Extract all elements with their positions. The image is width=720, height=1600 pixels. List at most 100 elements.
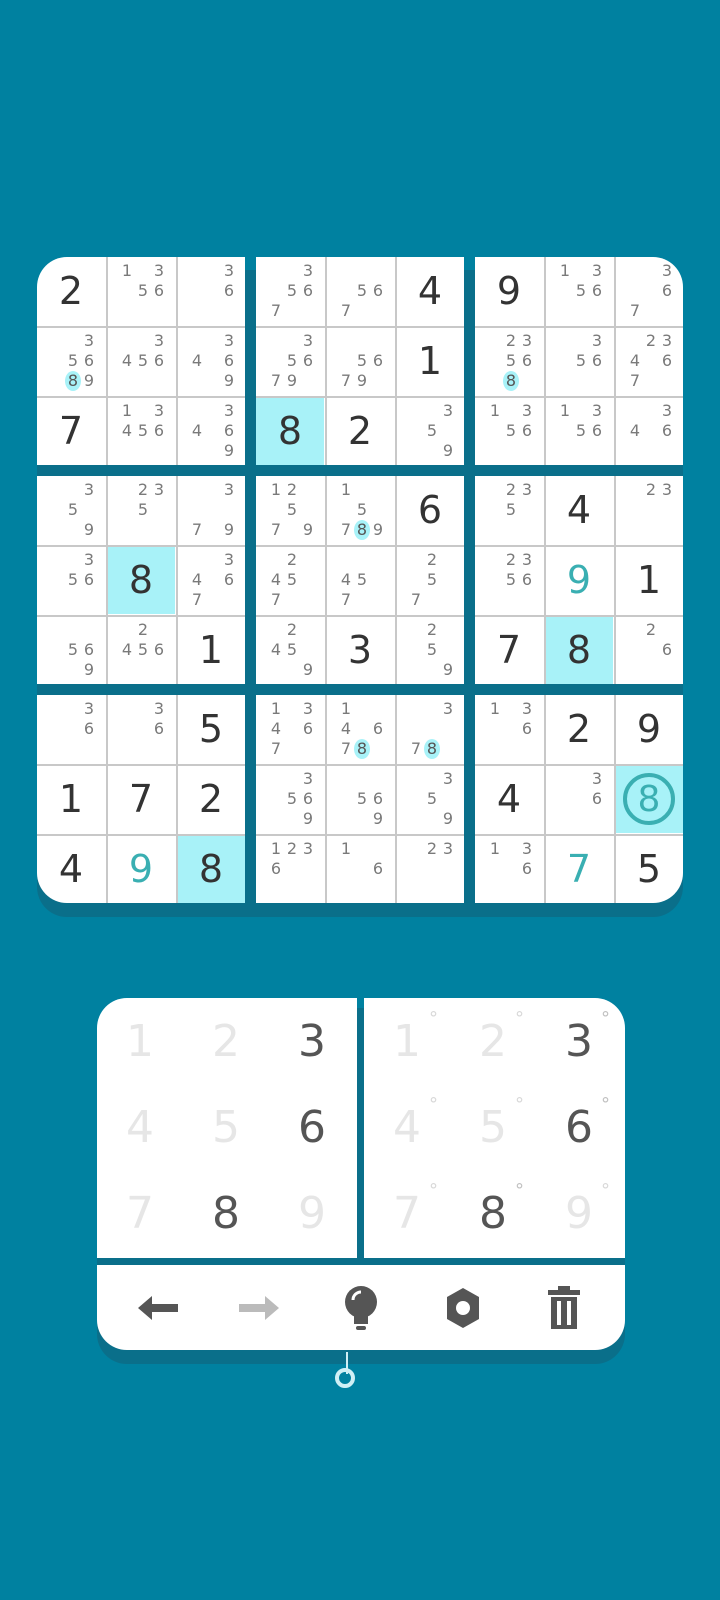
sudoku-cell[interactable]: 1257 9 (256, 476, 324, 544)
sudoku-cell[interactable]: 8 (545, 616, 613, 684)
sudoku-cell[interactable]: 23 4 6 7 (615, 327, 683, 395)
note-key-6[interactable]: 6 ° (536, 1084, 622, 1170)
pencil-mark (627, 620, 643, 640)
sudoku-cell[interactable]: 56 7 (326, 257, 394, 325)
sudoku-cell[interactable]: 2356 (475, 546, 543, 614)
sudoku-cell[interactable]: 359 (37, 476, 105, 544)
sudoku-cell[interactable]: 7 (107, 765, 175, 833)
sudoku-cell[interactable]: 3 4 6 7 (177, 546, 245, 614)
sudoku-cell[interactable]: 9 (615, 695, 683, 763)
sudoku-cell[interactable]: 3 456 (107, 327, 175, 395)
sudoku-cell[interactable]: 36 (545, 765, 613, 833)
undo-icon[interactable] (128, 1278, 188, 1338)
sudoku-cell[interactable]: 1 356 (475, 397, 543, 465)
sudoku-cell[interactable]: 1 (177, 616, 245, 684)
sudoku-cell[interactable]: 1 (396, 327, 464, 395)
sudoku-cell[interactable]: 5 (615, 835, 683, 903)
note-key-3[interactable]: 3 ° (536, 998, 622, 1084)
trash-icon[interactable] (534, 1278, 594, 1338)
sudoku-cell[interactable]: 4 (545, 476, 613, 544)
sudoku-cell[interactable]: 8 (256, 397, 324, 465)
sudoku-cell[interactable]: 36 (177, 257, 245, 325)
sudoku-cell[interactable]: 257 (396, 546, 464, 614)
settings-gear-icon[interactable] (433, 1278, 493, 1338)
sudoku-cell[interactable]: 3 (326, 616, 394, 684)
pencil-mark: 3 (302, 261, 314, 280)
sudoku-cell[interactable]: 9 (545, 546, 613, 614)
sudoku-cell[interactable]: 356 (545, 327, 613, 395)
sudoku-cell[interactable]: 5 (177, 695, 245, 763)
sudoku-cell[interactable]: 359 (396, 765, 464, 833)
sudoku-cell[interactable]: 7 (37, 397, 105, 465)
sudoku-cell[interactable]: 6 (396, 476, 464, 544)
sudoku-cell[interactable]: 356 7 (256, 257, 324, 325)
number-digit: 3 (298, 1015, 326, 1067)
sudoku-cell[interactable]: 569 (326, 765, 394, 833)
pencil-mark (284, 699, 300, 719)
sudoku-cell[interactable]: 3 4 69 (177, 397, 245, 465)
hint-bulb-icon[interactable] (331, 1278, 391, 1338)
sudoku-cell[interactable]: 1 3 456 (107, 397, 175, 465)
sudoku-cell[interactable]: 356 (37, 546, 105, 614)
sudoku-cell[interactable]: 36 7 (615, 257, 683, 325)
sudoku-cell[interactable]: 3 7 9 (177, 476, 245, 544)
pencil-mark (189, 261, 205, 281)
sudoku-cell[interactable]: 9 (107, 835, 175, 903)
sudoku-cell[interactable]: 2 (177, 765, 245, 833)
number-key-3[interactable]: 3 (269, 998, 355, 1084)
sudoku-cell[interactable]: 35689 (37, 327, 105, 395)
sudoku-cell[interactable]: 235 (107, 476, 175, 544)
sudoku-cell[interactable]: 7 (545, 835, 613, 903)
sudoku-cell[interactable]: 457 (326, 546, 394, 614)
sudoku-cell[interactable]: 3569 (256, 765, 324, 833)
sudoku-cell[interactable]: 36 (37, 695, 105, 763)
sudoku-cell[interactable]: 356 79 (256, 327, 324, 395)
sudoku-cell[interactable]: 1 356 (545, 397, 613, 465)
sudoku-cell[interactable]: 1 3 4 6 7 (256, 695, 324, 763)
sudoku-cell[interactable]: 26 (615, 616, 683, 684)
pencil-marks: 15789 (338, 480, 386, 540)
sudoku-cell[interactable]: 16 (326, 835, 394, 903)
sudoku-cell[interactable]: 4 (37, 835, 105, 903)
sudoku-cell[interactable]: 23 (396, 835, 464, 903)
note-key-8[interactable]: 8 ° (450, 1170, 536, 1256)
sudoku-cell[interactable]: 4 (475, 765, 543, 833)
sudoku-cell[interactable]: 15789 (326, 476, 394, 544)
sudoku-cell[interactable]: 1 36 (475, 695, 543, 763)
sudoku-cell[interactable]: 9 (475, 257, 543, 325)
sudoku-cell[interactable]: 23568 (475, 327, 543, 395)
sudoku-cell[interactable]: 3 4 6 (615, 397, 683, 465)
sudoku-cell[interactable]: 8 (107, 546, 175, 614)
sudoku-cell[interactable]: 1 356 (545, 257, 613, 325)
sudoku-cell[interactable]: 2456 (107, 616, 175, 684)
sudoku-cell[interactable]: 56 79 (326, 327, 394, 395)
sudoku-cell[interactable]: 3 4 69 (177, 327, 245, 395)
sudoku-cell[interactable]: 2 (545, 695, 613, 763)
sudoku-cell[interactable]: 14 6 78 (326, 695, 394, 763)
sudoku-cell[interactable]: 1 (615, 546, 683, 614)
sudoku-cell[interactable]: 359 (396, 397, 464, 465)
sudoku-cell[interactable]: 235 (475, 476, 543, 544)
sudoku-cell[interactable]: 8 (615, 765, 683, 833)
redo-icon[interactable] (229, 1278, 289, 1338)
number-key-6[interactable]: 6 (269, 1084, 355, 1170)
number-key-8[interactable]: 8 (183, 1170, 269, 1256)
sudoku-cell[interactable]: 2 (37, 257, 105, 325)
pencil-mark: 3 (521, 480, 533, 499)
sudoku-cell[interactable]: 1 (37, 765, 105, 833)
sudoku-cell[interactable]: 2 (326, 397, 394, 465)
sudoku-cell[interactable]: 123 6 (256, 835, 324, 903)
note-key-5: 5 ° (450, 1084, 536, 1170)
sudoku-cell[interactable]: 1 36 (475, 835, 543, 903)
sudoku-cell[interactable]: 23 (615, 476, 683, 544)
sudoku-cell[interactable]: 8 (177, 835, 245, 903)
sudoku-cell[interactable]: 36 (107, 695, 175, 763)
sudoku-cell[interactable]: 2457 (256, 546, 324, 614)
sudoku-cell[interactable]: 1 356 (107, 257, 175, 325)
sudoku-cell[interactable]: 7 (475, 616, 543, 684)
sudoku-cell[interactable]: 4 (396, 257, 464, 325)
sudoku-cell[interactable]: 569 (37, 616, 105, 684)
sudoku-cell[interactable]: 259 (396, 616, 464, 684)
sudoku-cell[interactable]: 3 78 (396, 695, 464, 763)
sudoku-cell[interactable]: 2459 (256, 616, 324, 684)
